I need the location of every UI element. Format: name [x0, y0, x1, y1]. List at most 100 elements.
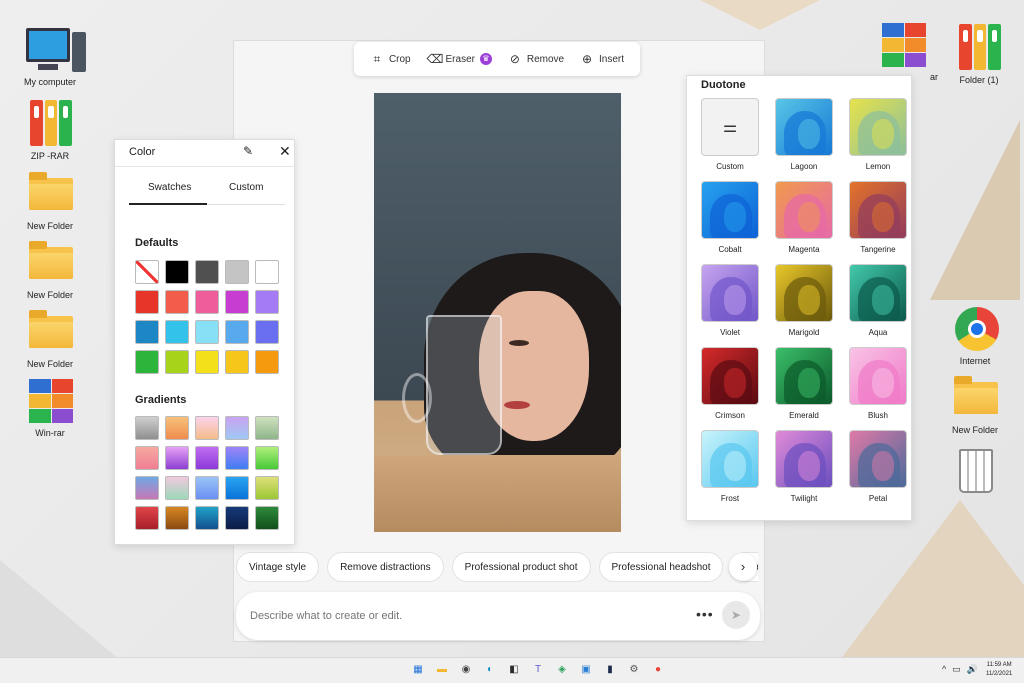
- gradient-swatch[interactable]: [225, 446, 249, 470]
- gradient-swatch[interactable]: [255, 446, 279, 470]
- color-swatch[interactable]: [195, 320, 219, 344]
- edge-icon[interactable]: ◐: [482, 662, 498, 678]
- gradient-swatch[interactable]: [255, 476, 279, 500]
- duotone-panel: Duotone ⚌ Custom Lagoon Lemon Cobalt Magenta T…: [686, 75, 912, 521]
- crop-button[interactable]: ⌗ Crop: [370, 52, 411, 66]
- duotone-option[interactable]: ⚌ Custom: [701, 98, 759, 171]
- volume-icon[interactable]: 🔊: [967, 664, 978, 675]
- gradient-swatch[interactable]: [195, 416, 219, 440]
- duotone-option[interactable]: Cobalt: [701, 181, 759, 254]
- desktop-icon[interactable]: Win-rar: [15, 377, 85, 438]
- color-swatch[interactable]: [225, 290, 249, 314]
- gradient-swatch[interactable]: [165, 476, 189, 500]
- windows-start-icon[interactable]: ▦: [410, 662, 426, 678]
- gradient-swatch[interactable]: [165, 506, 189, 530]
- color-swatch[interactable]: [135, 350, 159, 374]
- duotone-option[interactable]: Lemon: [849, 98, 907, 171]
- color-swatch[interactable]: [255, 290, 279, 314]
- files-icon[interactable]: ▣: [578, 662, 594, 678]
- gradient-swatch[interactable]: [255, 416, 279, 440]
- duotone-thumbnail: [775, 181, 833, 239]
- desktop-icon[interactable]: ZIP -RAR: [15, 100, 85, 161]
- color-swatch[interactable]: [255, 350, 279, 374]
- desktop-icon[interactable]: My computer: [15, 26, 86, 87]
- close-icon[interactable]: ✕: [279, 143, 291, 160]
- color-swatch[interactable]: [255, 260, 279, 284]
- store-icon[interactable]: ◧: [506, 662, 522, 678]
- duotone-option[interactable]: Aqua: [849, 264, 907, 337]
- color-swatch[interactable]: [195, 350, 219, 374]
- gradient-swatch[interactable]: [135, 416, 159, 440]
- chevron-right-icon[interactable]: ›: [729, 553, 757, 581]
- duotone-option[interactable]: Violet: [701, 264, 759, 337]
- duotone-option[interactable]: Lagoon: [775, 98, 833, 171]
- gradient-swatch[interactable]: [165, 446, 189, 470]
- camera-icon[interactable]: ◉: [458, 662, 474, 678]
- gradient-swatch[interactable]: [195, 506, 219, 530]
- color-swatch[interactable]: [195, 260, 219, 284]
- gradient-swatch[interactable]: [135, 506, 159, 530]
- duotone-option[interactable]: Blush: [849, 347, 907, 420]
- network-icon[interactable]: ▭: [952, 664, 961, 675]
- suggestion-chip[interactable]: Professional headshot: [598, 552, 724, 582]
- duotone-option[interactable]: Magenta: [775, 181, 833, 254]
- edited-photo[interactable]: [374, 93, 621, 532]
- gradient-swatch[interactable]: [195, 446, 219, 470]
- color-swatch[interactable]: [135, 290, 159, 314]
- gradient-swatch[interactable]: [135, 476, 159, 500]
- tab-custom[interactable]: Custom: [229, 182, 263, 193]
- color-swatch[interactable]: [165, 350, 189, 374]
- color-swatch[interactable]: [165, 260, 189, 284]
- color-swatch[interactable]: [255, 320, 279, 344]
- color-swatch[interactable]: [225, 350, 249, 374]
- gradient-swatch[interactable]: [225, 476, 249, 500]
- gradient-swatch[interactable]: [195, 476, 219, 500]
- desktop-icon[interactable]: Internet: [940, 305, 1010, 366]
- suggestion-chip[interactable]: Professional product shot: [451, 552, 591, 582]
- desktop-icon[interactable]: New Folder: [15, 308, 85, 369]
- file-explorer-icon[interactable]: ▬: [434, 662, 450, 678]
- color-swatch[interactable]: [165, 320, 189, 344]
- suggestion-chip[interactable]: Vintage style: [236, 552, 320, 582]
- eyedropper-icon[interactable]: ✎: [243, 144, 253, 158]
- prompt-input[interactable]: [250, 604, 670, 628]
- teams-icon[interactable]: T: [530, 662, 546, 678]
- clock[interactable]: 11:59 AM 11/2/2021: [986, 661, 1012, 679]
- chrome-icon[interactable]: ●: [650, 662, 666, 678]
- tab-swatches[interactable]: Swatches: [148, 182, 191, 193]
- insert-button[interactable]: ⊕ Insert: [580, 52, 624, 66]
- duotone-option[interactable]: Marigold: [775, 264, 833, 337]
- desktop-icon[interactable]: Folder (1): [944, 24, 1014, 85]
- photo-editor-icon[interactable]: ▮: [602, 662, 618, 678]
- show-hidden-icons-icon[interactable]: ^: [942, 664, 946, 675]
- settings-icon[interactable]: ⚙: [626, 662, 642, 678]
- desktop-icon[interactable]: [940, 445, 1010, 496]
- desktop-icon[interactable]: New Folder: [940, 374, 1010, 435]
- desktop-icon[interactable]: ar: [868, 21, 938, 82]
- desktop-icon[interactable]: New Folder: [15, 239, 85, 300]
- no-color-swatch[interactable]: [135, 260, 159, 284]
- gradient-swatch[interactable]: [135, 446, 159, 470]
- color-swatch[interactable]: [165, 290, 189, 314]
- duotone-option[interactable]: Petal: [849, 430, 907, 503]
- color-swatch[interactable]: [195, 290, 219, 314]
- eraser-button[interactable]: ⌫ Eraser ♛: [427, 52, 492, 66]
- duotone-option[interactable]: Frost: [701, 430, 759, 503]
- gradient-swatch[interactable]: [165, 416, 189, 440]
- desktop-icon[interactable]: New Folder: [15, 170, 85, 231]
- color-swatch[interactable]: [225, 260, 249, 284]
- send-icon[interactable]: ➤: [722, 601, 750, 629]
- duotone-option[interactable]: Crimson: [701, 347, 759, 420]
- gradient-swatch[interactable]: [225, 506, 249, 530]
- duotone-option[interactable]: Tangerine: [849, 181, 907, 254]
- color-swatch[interactable]: [135, 320, 159, 344]
- duotone-option[interactable]: Emerald: [775, 347, 833, 420]
- duotone-option[interactable]: Twilight: [775, 430, 833, 503]
- remove-button[interactable]: ⊘ Remove: [508, 52, 564, 66]
- maps-icon[interactable]: ◈: [554, 662, 570, 678]
- suggestion-chip[interactable]: Remove distractions: [327, 552, 444, 582]
- color-swatch[interactable]: [225, 320, 249, 344]
- gradient-swatch[interactable]: [225, 416, 249, 440]
- more-options-icon[interactable]: •••: [696, 606, 714, 622]
- gradient-swatch[interactable]: [255, 506, 279, 530]
